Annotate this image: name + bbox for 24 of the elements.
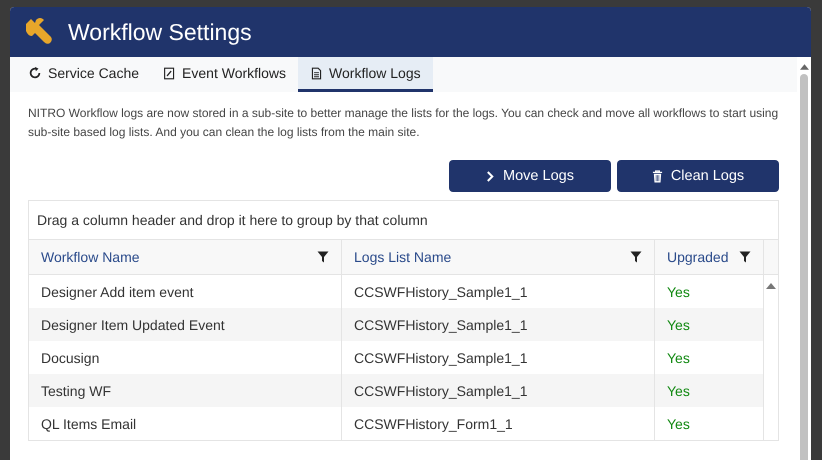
table-cell: Yes bbox=[655, 407, 764, 440]
action-button[interactable]: Clean Logs bbox=[617, 160, 779, 192]
tab[interactable]: Service Cache bbox=[16, 57, 152, 92]
document-icon bbox=[310, 66, 324, 80]
scrollbar-thumb[interactable] bbox=[800, 74, 808, 460]
filter-icon[interactable] bbox=[739, 251, 751, 263]
description-text: NITRO Workflow logs are now stored in a sub-site to better manage the lists for the logs. You can check and move all workflows to start using sub-site based log lists. And you can clean the log lists from the main site. bbox=[28, 105, 779, 141]
edit-icon bbox=[163, 66, 176, 80]
refresh-icon bbox=[28, 66, 42, 80]
tab[interactable]: Event Workflows bbox=[151, 57, 298, 92]
scroll-up-icon[interactable] bbox=[766, 283, 776, 289]
filter-icon[interactable] bbox=[630, 251, 642, 263]
window-title: Workflow Settings bbox=[68, 18, 252, 46]
column-header[interactable]: Upgraded bbox=[655, 240, 764, 274]
chevron-right-icon bbox=[486, 170, 496, 182]
column-header[interactable]: Workflow Name bbox=[29, 240, 342, 274]
scroll-up-icon[interactable] bbox=[800, 64, 808, 70]
table-cell: QL Items Email bbox=[29, 407, 342, 440]
table-cell: CCSWFHistory_Form1_1 bbox=[342, 407, 655, 440]
column-header[interactable]: Logs List Name bbox=[342, 240, 655, 274]
filter-icon[interactable] bbox=[317, 251, 329, 263]
trash-icon bbox=[652, 170, 663, 182]
action-button[interactable]: Move Logs bbox=[449, 160, 611, 192]
tab[interactable]: Workflow Logs bbox=[298, 57, 433, 92]
